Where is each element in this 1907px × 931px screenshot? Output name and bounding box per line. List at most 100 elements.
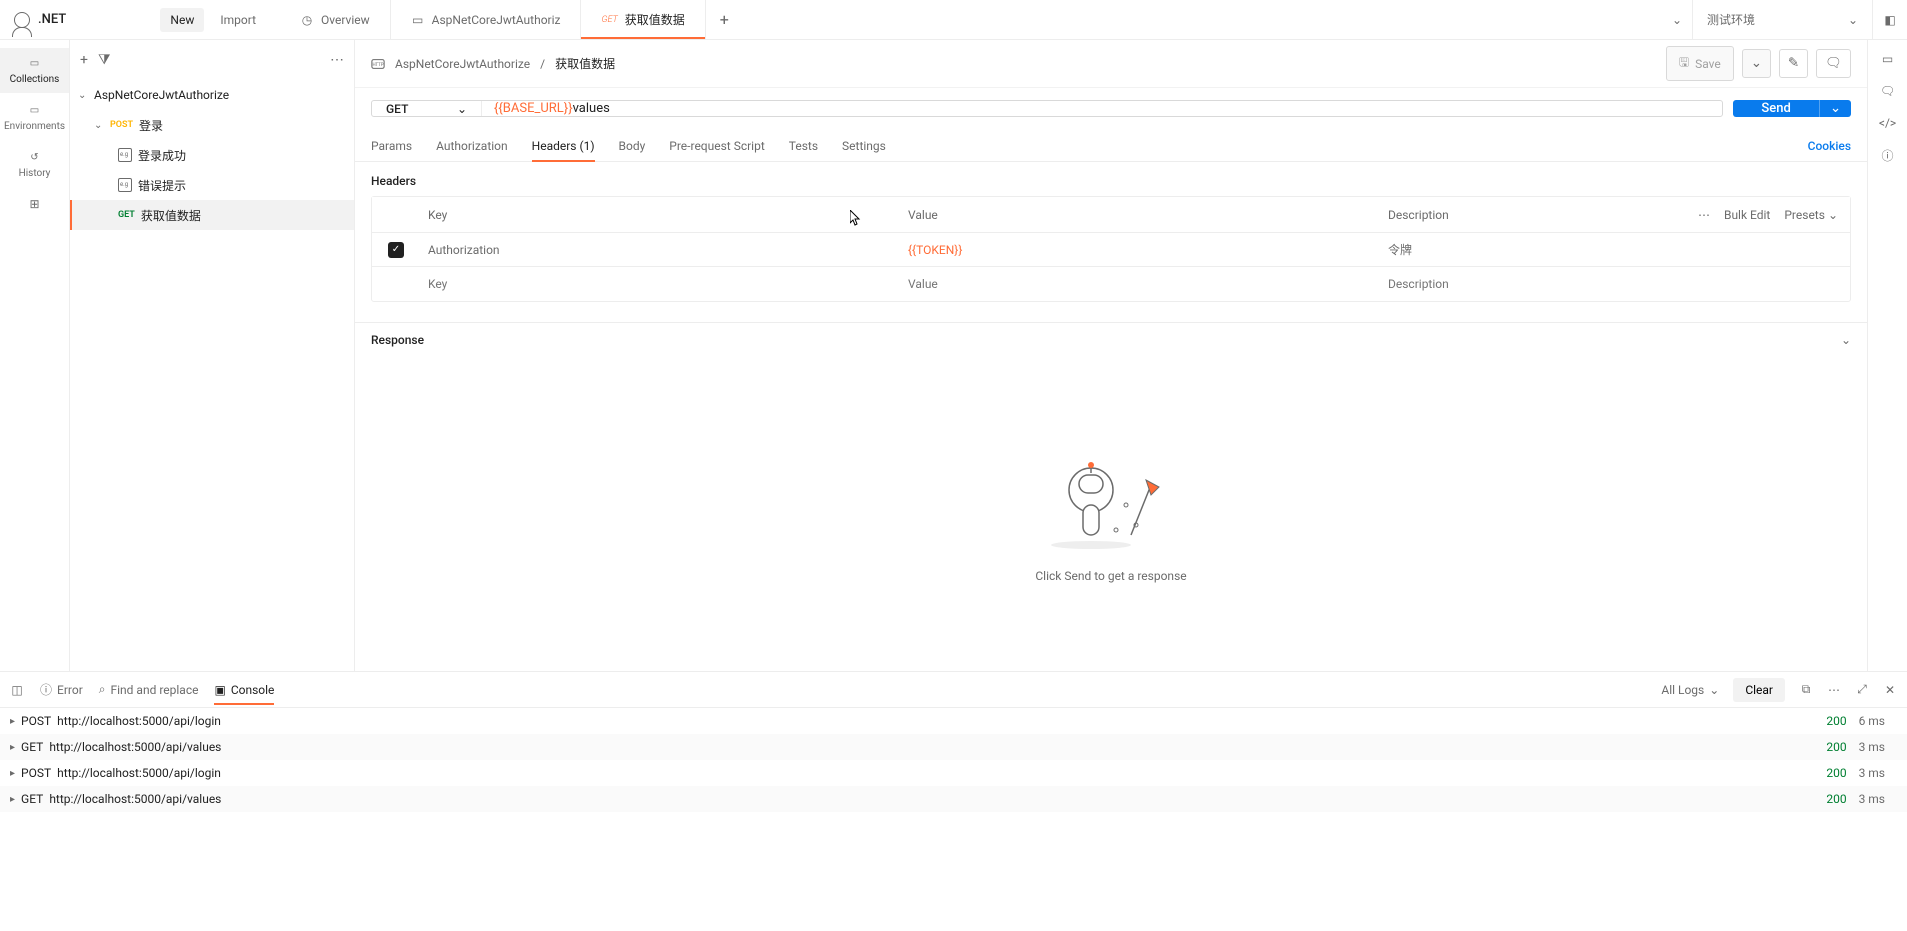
response-collapse-icon[interactable]: ⌄: [1841, 333, 1851, 347]
expand-icon[interactable]: ▸: [10, 716, 15, 727]
log-status: 200: [1826, 766, 1846, 780]
log-row[interactable]: ▸ GET http://localhost:5000/api/values 2…: [0, 786, 1907, 812]
header-value[interactable]: {{TOKEN}}: [908, 243, 962, 257]
bulk-edit-link[interactable]: Bulk Edit: [1724, 208, 1770, 222]
layout-toggle-icon[interactable]: ◫: [10, 683, 24, 697]
history-icon: ↺: [28, 150, 42, 164]
chevron-down-icon: ⌄: [78, 90, 88, 101]
col-key: Key: [420, 208, 900, 222]
expand-icon[interactable]: ▸: [10, 742, 15, 753]
log-url: http://localhost:5000/api/values: [49, 792, 221, 806]
env-quicklook-icon[interactable]: ◧: [1883, 13, 1897, 27]
user-icon: [14, 12, 30, 28]
console-tab-find[interactable]: ⌕ Find and replace: [99, 674, 199, 705]
edit-icon[interactable]: ✎: [1779, 49, 1808, 78]
req-tab-body[interactable]: Body: [619, 131, 646, 161]
chevron-down-icon: ⌄: [1709, 683, 1719, 697]
save-dropdown[interactable]: ⌄: [1742, 49, 1771, 78]
cookies-link[interactable]: Cookies: [1808, 139, 1851, 153]
console-icon: ▣: [214, 683, 225, 697]
sidebar: + ⧩ ⋯ ⌄ AspNetCoreJwtAuthorize ⌄ POST 登录…: [70, 40, 355, 671]
header-description[interactable]: 令牌: [1388, 243, 1412, 257]
headers-table: Key Value Description ⋯ Bulk Edit Preset…: [371, 196, 1851, 302]
log-method: POST: [21, 714, 51, 728]
code-icon[interactable]: </>: [1881, 116, 1895, 130]
rail-history[interactable]: ↺ History: [0, 142, 69, 187]
tabs-chevron-icon[interactable]: ⌄: [1662, 13, 1692, 27]
environment-selector[interactable]: 测试环境 ⌄: [1692, 0, 1872, 39]
log-method: GET: [21, 792, 43, 806]
copy-icon[interactable]: ⧉: [1799, 683, 1813, 697]
sidebar-add-icon[interactable]: +: [80, 52, 88, 68]
presets-dropdown[interactable]: Presets⌄: [1784, 208, 1838, 222]
console-tab-error[interactable]: ⓘ Error: [40, 673, 83, 706]
log-url: http://localhost:5000/api/values: [49, 740, 221, 754]
log-time: 3 ms: [1859, 766, 1885, 780]
comments-icon[interactable]: 🗨: [1881, 84, 1895, 98]
sidebar-filter-icon[interactable]: ⧩: [98, 52, 111, 68]
clear-button[interactable]: Clear: [1733, 678, 1785, 702]
expand-icon[interactable]: ▸: [10, 768, 15, 779]
tab-request-active[interactable]: GET 获取值数据: [581, 0, 705, 39]
log-method: POST: [21, 766, 51, 780]
req-tab-tests[interactable]: Tests: [789, 131, 818, 161]
add-tab-button[interactable]: +: [706, 10, 743, 29]
collection-icon: ▭: [411, 13, 425, 27]
docs-icon[interactable]: ▭: [1881, 52, 1895, 66]
tree-example-error[interactable]: 错误提示: [70, 170, 354, 200]
send-dropdown[interactable]: ⌄: [1819, 100, 1851, 117]
main-panel: HTTP AspNetCoreJwtAuthorize / 获取值数据 🖫 Sa…: [355, 40, 1867, 671]
log-filter-dropdown[interactable]: All Logs ⌄: [1661, 683, 1719, 697]
console-tab-console[interactable]: ▣ Console: [214, 675, 274, 705]
log-row[interactable]: ▸ POST http://localhost:5000/api/login 2…: [0, 708, 1907, 734]
import-button[interactable]: Import: [210, 8, 266, 32]
close-icon[interactable]: ✕: [1883, 683, 1897, 697]
req-tab-authorization[interactable]: Authorization: [436, 131, 508, 161]
tree-example-success[interactable]: 登录成功: [70, 140, 354, 170]
row-checkbox[interactable]: ✓: [388, 242, 404, 258]
header-desc-input[interactable]: [1388, 277, 1662, 291]
more-icon[interactable]: ⋯: [1698, 208, 1710, 222]
comment-icon[interactable]: 🗨: [1816, 49, 1851, 78]
collections-icon: ▭: [28, 56, 42, 70]
expand-icon[interactable]: ⤢: [1855, 683, 1869, 697]
send-button[interactable]: Send: [1733, 100, 1818, 117]
expand-icon[interactable]: ▸: [10, 794, 15, 805]
new-button[interactable]: New: [160, 8, 204, 32]
header-key[interactable]: Authorization: [428, 243, 500, 257]
req-tab-settings[interactable]: Settings: [842, 131, 886, 161]
header-key-input[interactable]: [428, 277, 892, 291]
breadcrumb-collection[interactable]: AspNetCoreJwtAuthorize: [395, 57, 530, 71]
method-selector[interactable]: GET ⌄: [372, 101, 482, 116]
chevron-down-icon: ⌄: [457, 102, 467, 116]
tree-request-getvalues[interactable]: GET 获取值数据: [70, 200, 354, 230]
header-value-input[interactable]: [908, 277, 1372, 291]
col-description: Description: [1380, 208, 1686, 222]
tab-method-label: GET: [601, 15, 617, 25]
rail-environments[interactable]: ▭ Environments: [0, 95, 69, 140]
req-tab-prerequest[interactable]: Pre-request Script: [669, 131, 764, 161]
console-panel: ◫ ⓘ Error ⌕ Find and replace ▣ Console A…: [0, 671, 1907, 931]
tab-overview[interactable]: ◷ Overview: [280, 0, 391, 39]
info-icon[interactable]: ⓘ: [1881, 148, 1895, 162]
sidebar-more-icon[interactable]: ⋯: [330, 52, 344, 68]
more-icon[interactable]: ⋯: [1827, 683, 1841, 697]
workspace-selector[interactable]: .NET New Import: [0, 8, 280, 32]
url-input[interactable]: {{BASE_URL}}values: [482, 101, 1722, 116]
tree-collection[interactable]: ⌄ AspNetCoreJwtAuthorize: [70, 80, 354, 110]
rail-collections[interactable]: ▭ Collections: [0, 48, 69, 93]
request-tabs: ◷ Overview ▭ AspNetCoreJwtAuthoriz GET 获…: [280, 0, 1692, 39]
req-tab-headers[interactable]: Headers (1): [532, 131, 595, 161]
log-row[interactable]: ▸ POST http://localhost:5000/api/login 2…: [0, 760, 1907, 786]
rail-more-icon[interactable]: ⊞: [29, 197, 39, 211]
tree-folder-login[interactable]: ⌄ POST 登录: [70, 110, 354, 140]
right-rail: ▭ 🗨 </> ⓘ: [1867, 40, 1907, 671]
log-row[interactable]: ▸ GET http://localhost:5000/api/values 2…: [0, 734, 1907, 760]
save-button[interactable]: 🖫 Save: [1666, 46, 1734, 81]
response-empty-state: Click Send to get a response: [355, 357, 1867, 671]
log-status: 200: [1826, 792, 1846, 806]
tab-collection[interactable]: ▭ AspNetCoreJwtAuthoriz: [391, 0, 582, 39]
req-tab-params[interactable]: Params: [371, 131, 412, 161]
log-time: 3 ms: [1859, 792, 1885, 806]
error-icon: ⓘ: [40, 681, 52, 698]
